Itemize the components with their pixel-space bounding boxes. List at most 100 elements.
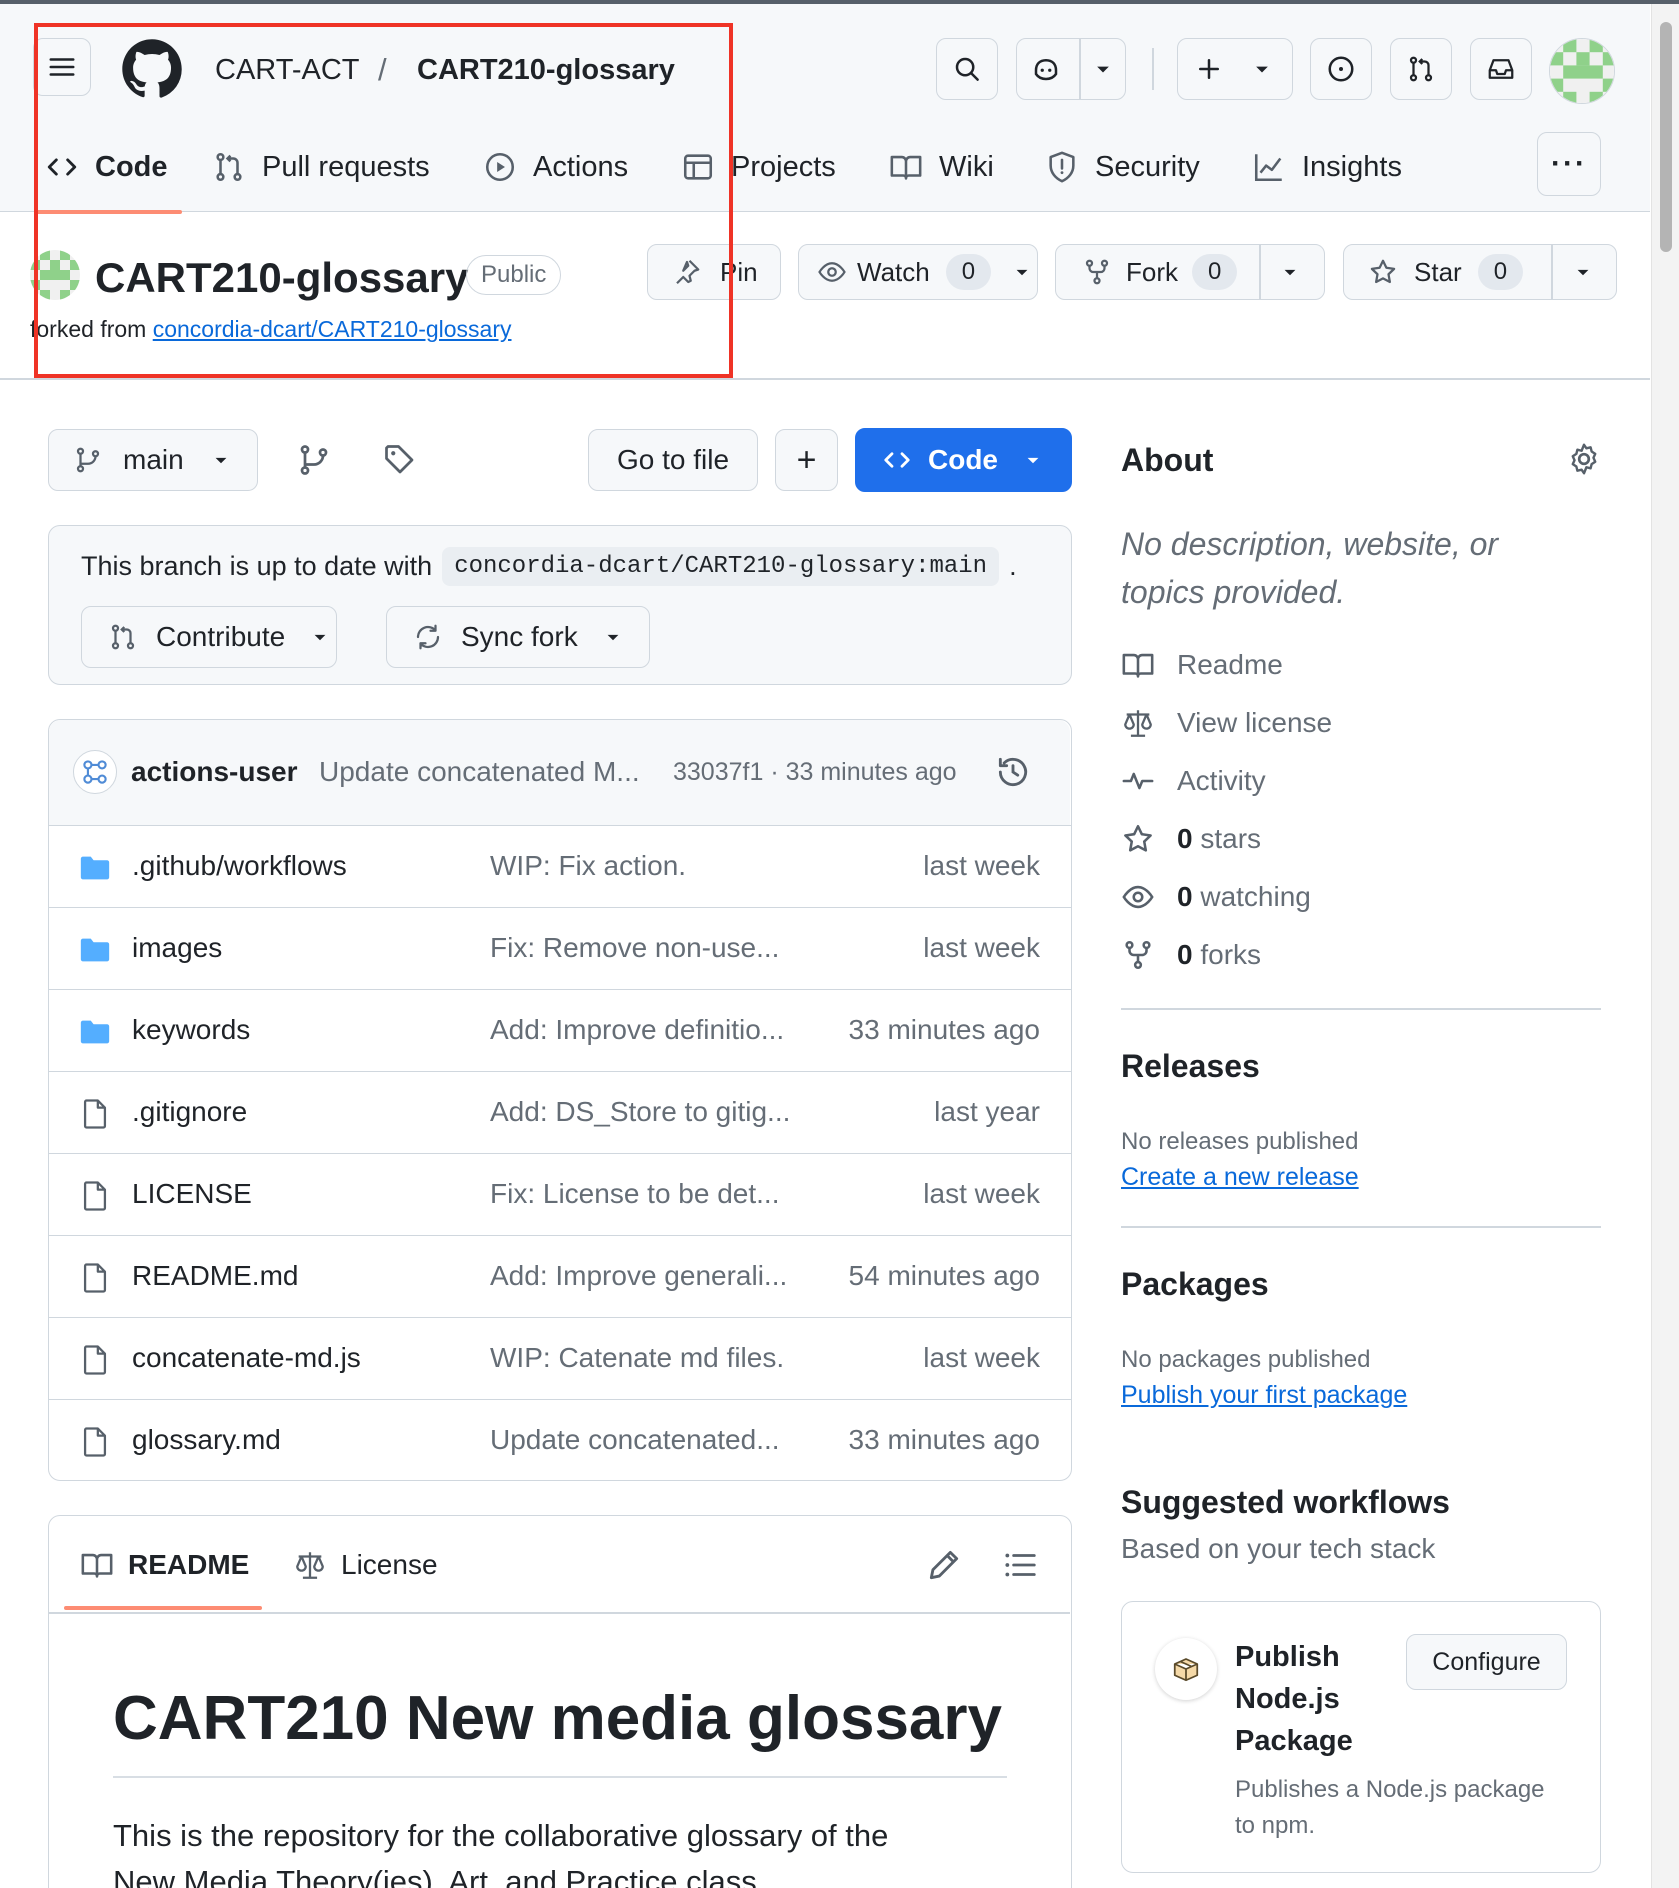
commit-message[interactable]: Update concatenated M... <box>319 756 640 788</box>
file-commit-message[interactable]: Add: Improve definitio... <box>490 1014 820 1046</box>
packages-empty-text: No packages published <box>1121 1346 1371 1373</box>
file-name[interactable]: glossary.md <box>132 1424 281 1456</box>
file-name[interactable]: .github/workflows <box>132 850 347 882</box>
chevron-down-icon <box>607 634 619 641</box>
fork-count: 0 <box>1192 254 1238 290</box>
file-row[interactable]: .github/workflows WIP: Fix action. last we… <box>48 825 1072 907</box>
file-icon-wrap <box>78 1343 112 1377</box>
workflow-card-title-line1: Publish <box>1235 1641 1340 1673</box>
search-button[interactable] <box>936 38 998 100</box>
branch-status-period: . <box>1009 551 1017 581</box>
tag-icon <box>385 445 414 474</box>
tab-wiki[interactable]: Wiki <box>889 150 994 184</box>
tags-button[interactable] <box>382 442 418 478</box>
vertical-scrollbar[interactable] <box>1651 4 1679 1888</box>
file-commit-message[interactable]: Update concatenated... <box>490 1424 820 1456</box>
pull-requests-button[interactable] <box>1390 38 1452 100</box>
chevron-down-icon[interactable] <box>1570 259 1596 285</box>
create-release-link[interactable]: Create a new release <box>1121 1163 1359 1192</box>
file-name[interactable]: images <box>132 932 222 964</box>
about-stars-link[interactable]: 0 stars <box>1121 822 1261 856</box>
configure-button[interactable]: Configure <box>1406 1634 1567 1690</box>
commit-meta[interactable]: 33037f1 · 33 minutes ago <box>673 758 957 787</box>
star-icon <box>1370 259 1396 284</box>
star-icon <box>1124 824 1152 852</box>
plus-icon: + <box>796 440 817 479</box>
workflow-bot-icon <box>83 760 107 784</box>
edit-readme-button[interactable] <box>925 1546 963 1584</box>
user-avatar[interactable] <box>1549 38 1615 104</box>
file-name[interactable]: concatenate-md.js <box>132 1342 361 1374</box>
book-icon <box>890 155 922 180</box>
chevron-down-icon[interactable] <box>1277 259 1303 285</box>
fork-button[interactable]: Fork 0 <box>1055 244 1325 300</box>
folder-icon-wrap <box>78 1015 112 1049</box>
inbox-button[interactable] <box>1470 38 1532 100</box>
file-row[interactable]: README.md Add: Improve generali... 54 minu… <box>48 1235 1072 1317</box>
tab-insights[interactable]: Insights <box>1252 150 1402 184</box>
issues-button[interactable] <box>1310 38 1372 100</box>
publish-package-link[interactable]: Publish your first package <box>1121 1381 1407 1410</box>
copilot-button[interactable] <box>1016 38 1126 100</box>
tab-readme-label: README <box>128 1549 250 1580</box>
tab-security[interactable]: Security <box>1045 150 1200 184</box>
branches-button[interactable] <box>296 442 332 478</box>
branch-status-text: This branch is up to date with <box>81 551 433 581</box>
about-license-link[interactable]: View license <box>1121 706 1332 740</box>
about-readme-link[interactable]: Readme <box>1121 648 1283 682</box>
code-icon <box>884 452 910 468</box>
add-file-button[interactable]: + <box>775 429 838 491</box>
upstream-ref-link[interactable]: concordia-dcart/CART210-glossary:main <box>442 547 1000 586</box>
file-row[interactable]: .gitignore Add: DS_Store to gitig... last … <box>48 1071 1072 1153</box>
code-dropdown-button[interactable]: Code <box>855 428 1072 492</box>
readme-paragraph-line2: New Media Theory(ies), Art, and Practice… <box>113 1864 766 1888</box>
file-row[interactable]: concatenate-md.js WIP: Catenate md files.… <box>48 1317 1072 1399</box>
scrollbar-thumb[interactable] <box>1660 22 1672 252</box>
file-commit-message[interactable]: WIP: Fix action. <box>490 850 820 882</box>
file-commit-message[interactable]: Add: Improve generali... <box>490 1260 820 1292</box>
tab-readme[interactable]: README <box>80 1548 249 1582</box>
file-row[interactable]: LICENSE Fix: License to be det... last wee… <box>48 1153 1072 1235</box>
about-watching-link[interactable]: 0 watching <box>1121 880 1311 914</box>
about-heading: About <box>1121 442 1214 478</box>
file-row[interactable]: glossary.md Update concatenated... 33 minu… <box>48 1399 1072 1481</box>
file-row[interactable]: keywords Add: Improve definitio... 33 minu… <box>48 989 1072 1071</box>
commit-author[interactable]: actions-user <box>131 756 298 788</box>
more-tabs-button[interactable]: ··· <box>1537 132 1601 196</box>
file-commit-message[interactable]: Fix: License to be det... <box>490 1178 820 1210</box>
contribute-button[interactable]: Contribute <box>81 606 337 668</box>
file-commit-message[interactable]: Fix: Remove non-use... <box>490 932 820 964</box>
tab-license[interactable]: License <box>293 1548 438 1582</box>
about-description-line1: No description, website, or <box>1121 526 1499 562</box>
workflows-subtitle: Based on your tech stack <box>1121 1533 1436 1564</box>
releases-heading[interactable]: Releases <box>1121 1048 1260 1085</box>
commit-author-avatar[interactable] <box>73 750 117 794</box>
about-license-label: View license <box>1177 707 1333 738</box>
file-name[interactable]: .gitignore <box>132 1096 247 1128</box>
about-forks-link[interactable]: 0 forks <box>1121 938 1261 972</box>
chevron-down-icon[interactable] <box>1009 259 1035 285</box>
go-to-file-button[interactable]: Go to file <box>588 429 758 491</box>
chevron-down-icon <box>1027 457 1039 464</box>
file-name[interactable]: README.md <box>132 1260 298 1292</box>
watch-button[interactable]: Watch 0 <box>798 244 1038 300</box>
star-label: Star <box>1414 256 1462 287</box>
about-settings-button[interactable] <box>1566 441 1602 477</box>
packages-heading[interactable]: Packages <box>1121 1266 1269 1303</box>
branch-selector[interactable]: main <box>48 429 258 491</box>
create-new-button[interactable] <box>1177 38 1293 100</box>
file-icon-wrap <box>78 1261 112 1295</box>
file-commit-message[interactable]: Add: DS_Store to gitig... <box>490 1096 820 1128</box>
history-icon <box>998 757 1028 787</box>
sync-fork-button[interactable]: Sync fork <box>386 606 650 668</box>
file-name[interactable]: LICENSE <box>132 1178 252 1210</box>
file-commit-message[interactable]: WIP: Catenate md files. <box>490 1342 820 1374</box>
star-button[interactable]: Star 0 <box>1343 244 1617 300</box>
commit-history-button[interactable] <box>994 753 1032 791</box>
file-name[interactable]: keywords <box>132 1014 250 1046</box>
file-icon <box>83 1099 107 1129</box>
file-row[interactable]: images Fix: Remove non-use... last week <box>48 907 1072 989</box>
configure-label: Configure <box>1432 1647 1541 1676</box>
about-activity-link[interactable]: Activity <box>1121 764 1266 798</box>
outline-button[interactable] <box>1001 1546 1039 1584</box>
